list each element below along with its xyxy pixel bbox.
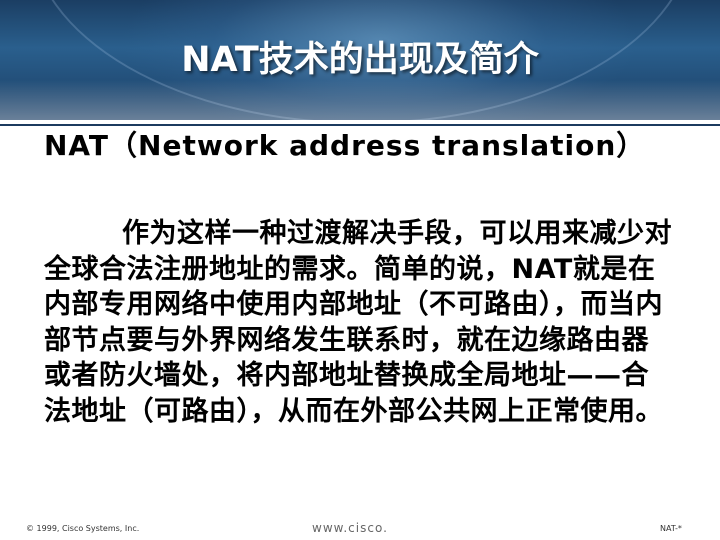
footer-page-number: NAT-* — [660, 524, 682, 533]
title-banner: NAT技术的出现及简介 — [0, 0, 720, 120]
banner-sweep — [0, 80, 720, 120]
slide-body-text: 作为这样一种过渡解决手段，可以用来减少对全球合法注册地址的需求。简单的说，NAT… — [44, 218, 672, 427]
footer-url: www.cisco. — [312, 521, 388, 535]
footer-copyright: © 1999, Cisco Systems, Inc. — [26, 524, 140, 533]
slide-subtitle: NAT（Network address translation） — [44, 129, 646, 162]
slide-title: NAT技术的出现及简介 — [181, 40, 539, 80]
title-divider — [0, 124, 720, 126]
